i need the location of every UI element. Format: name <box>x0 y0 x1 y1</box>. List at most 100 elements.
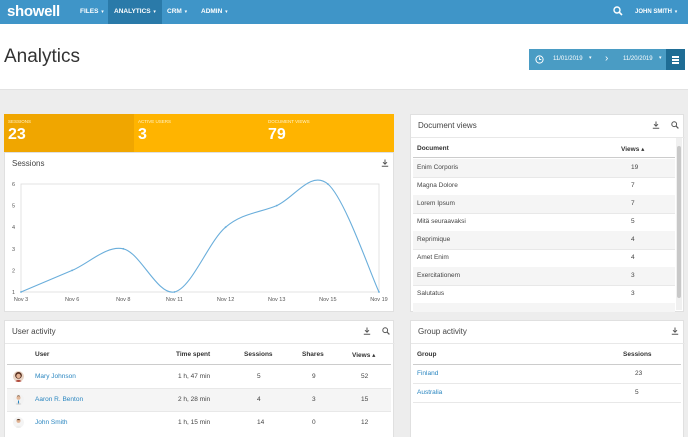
user-menu[interactable]: JOHN SMITH ▾ <box>635 0 677 24</box>
nav-analytics[interactable]: ANALYTICS ▾ <box>108 0 162 24</box>
data-point[interactable] <box>326 183 329 185</box>
column-header-user[interactable]: User <box>35 351 49 358</box>
nav-analytics-label: ANALYTICS <box>114 8 151 15</box>
document-name[interactable]: Exercitationem <box>417 272 460 279</box>
chevron-down-icon: ▾ <box>225 9 228 15</box>
chevron-down-icon[interactable]: ▾ <box>659 55 662 61</box>
session-count: 5 <box>257 373 261 380</box>
y-tick-label: 2 <box>12 268 15 274</box>
chevron-down-icon: ▾ <box>674 9 678 15</box>
scrollbar-thumb[interactable] <box>677 146 681 298</box>
document-name[interactable]: Magna Dolore <box>417 182 458 189</box>
start-date[interactable]: 11/01/2019 <box>553 56 583 62</box>
showell-logo[interactable]: showell <box>7 3 60 20</box>
download-icon[interactable] <box>652 121 660 129</box>
divider <box>413 383 681 384</box>
time-spent: 1 h, 47 min <box>178 373 211 380</box>
x-tick-label: Nov 15 <box>319 297 336 303</box>
table-row-partial <box>413 303 675 312</box>
divider <box>411 343 685 344</box>
document-name[interactable]: Mitä seuraavaksi <box>417 218 466 225</box>
search-icon[interactable] <box>671 121 679 129</box>
document-name[interactable]: Amet Enim <box>417 254 449 261</box>
data-point[interactable] <box>275 204 278 207</box>
y-tick-label: 5 <box>12 204 15 210</box>
view-count: 12 <box>361 419 369 426</box>
table-row-stripe <box>413 231 675 249</box>
nav-admin[interactable]: ADMIN ▾ <box>195 0 234 24</box>
menu-button[interactable] <box>666 49 685 70</box>
share-count: 0 <box>312 419 316 426</box>
divider <box>7 411 391 412</box>
document-name[interactable]: Reprimique <box>417 236 450 243</box>
view-count: 52 <box>361 373 369 380</box>
user-name-link[interactable]: Aaron R. Benton <box>35 396 83 403</box>
divider <box>413 402 681 403</box>
group-name-link[interactable]: Australia <box>417 389 442 396</box>
document-view-count: 7 <box>631 182 635 189</box>
data-point[interactable] <box>71 269 74 272</box>
document-view-count: 3 <box>631 272 635 279</box>
plot-frame <box>20 183 380 293</box>
chevron-down-icon[interactable]: ▾ <box>589 55 592 61</box>
nav-files[interactable]: FILES ▾ <box>74 0 110 24</box>
sessions-line-chart: 1 2 3 4 5 6 Nov 3 Nov 6 Nov 8 Nov 11 Nov 12 Nov 13 N… <box>12 179 388 303</box>
column-header-sessions[interactable]: Sessions <box>244 351 273 358</box>
time-spent: 1 h, 15 min <box>178 419 211 426</box>
divider <box>411 137 685 138</box>
data-point[interactable] <box>20 291 22 293</box>
user-name-link[interactable]: Mary Johnson <box>35 373 76 380</box>
stat-value: 23 <box>8 126 26 143</box>
data-point[interactable] <box>378 291 380 293</box>
stat-label: SESSIONS <box>8 119 32 124</box>
column-header-views[interactable]: Views ▴ <box>621 145 644 153</box>
chevron-down-icon: ▾ <box>153 9 156 15</box>
x-tick-label: Nov 19 <box>370 297 387 303</box>
download-icon[interactable] <box>363 327 371 335</box>
search-icon[interactable] <box>382 327 390 335</box>
panel-title: User activity <box>12 327 56 336</box>
data-point[interactable] <box>224 226 227 229</box>
user-name-link[interactable]: John Smith <box>35 419 68 426</box>
search-icon[interactable] <box>613 6 623 16</box>
panel-title: Document views <box>418 121 477 130</box>
download-icon[interactable] <box>671 327 679 335</box>
group-name-link[interactable]: Finland <box>417 370 438 377</box>
panel-title: Sessions <box>12 159 45 168</box>
chevron-down-icon: ▾ <box>101 9 104 15</box>
stat-label: ACTIVE USERS <box>138 119 172 124</box>
sessions-series-line[interactable] <box>20 179 380 293</box>
download-icon[interactable] <box>381 159 389 167</box>
hamburger-icon-line <box>672 56 679 58</box>
nav-crm-label: CRM <box>167 8 182 15</box>
nav-crm[interactable]: CRM ▾ <box>161 0 193 24</box>
session-count: 14 <box>257 419 265 426</box>
x-tick-label: Nov 3 <box>14 297 28 303</box>
avatar <box>13 371 24 382</box>
stat-sessions: SESSIONS 23 <box>4 114 134 152</box>
data-point[interactable] <box>173 291 176 293</box>
divider <box>7 388 391 389</box>
user-activity-panel: User activity User Time spent Sessions S… <box>4 320 395 437</box>
stat-document-views: DOCUMENT VIEWS 79 <box>264 114 394 152</box>
document-name[interactable]: Enim Corporis <box>417 164 458 171</box>
hamburger-icon-line <box>672 62 679 64</box>
document-name[interactable]: Salutatus <box>417 290 444 297</box>
column-header-document[interactable]: Document <box>417 145 449 152</box>
date-range-picker: 11/01/2019 ▾ › 11/20/2019 ▾ <box>529 49 666 70</box>
column-header-shares[interactable]: Shares <box>302 351 324 358</box>
column-header-sessions[interactable]: Sessions <box>623 351 652 358</box>
column-header-group[interactable]: Group <box>417 351 437 358</box>
column-header-time-spent[interactable]: Time spent <box>176 351 210 358</box>
y-tick-label: 4 <box>12 225 15 231</box>
stat-label: DOCUMENT VIEWS <box>268 119 310 124</box>
document-name[interactable]: Lorem Ipsum <box>417 200 455 207</box>
group-activity-panel: Group activity Group Sessions Finland 23 A… <box>410 320 685 437</box>
data-point[interactable] <box>122 247 125 250</box>
group-session-count: 5 <box>635 389 639 396</box>
document-view-count: 3 <box>631 290 635 297</box>
x-tick-label: Nov 6 <box>65 297 79 303</box>
column-header-views[interactable]: Views ▴ <box>352 351 375 359</box>
end-date[interactable]: 11/20/2019 <box>623 56 653 62</box>
stat-value: 79 <box>268 126 286 143</box>
